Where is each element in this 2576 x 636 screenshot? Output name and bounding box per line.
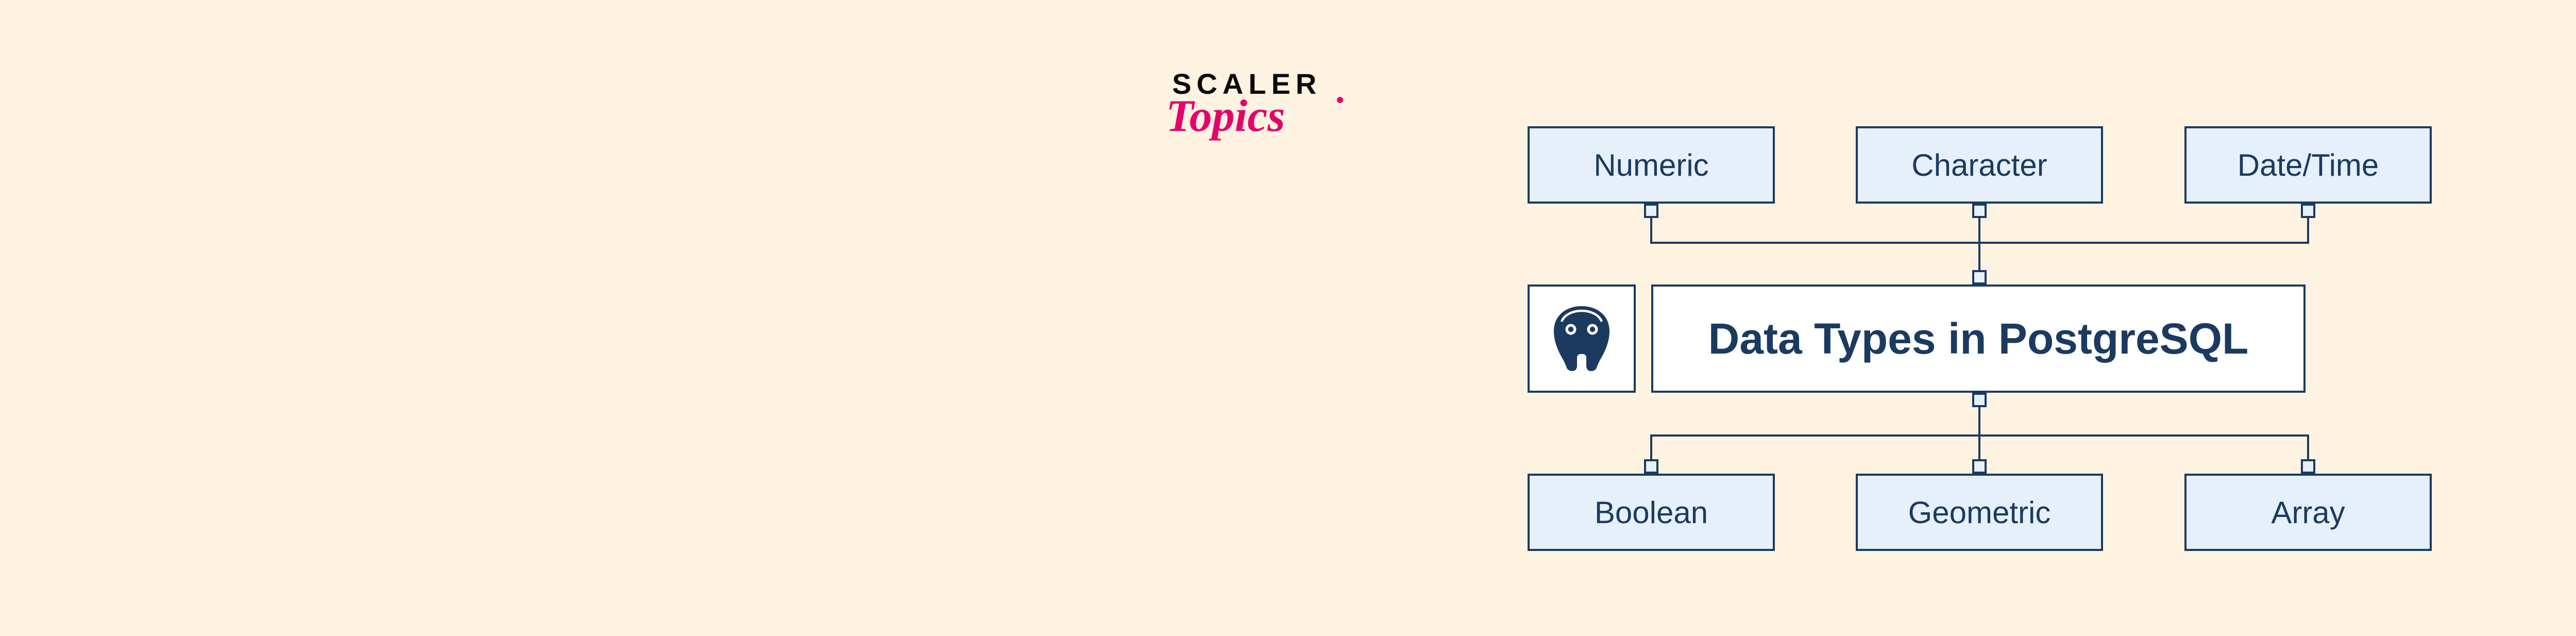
connector-line <box>1978 218 1980 243</box>
node-label: Numeric <box>1594 147 1708 183</box>
node-array: Array <box>2184 474 2432 551</box>
connector-stub <box>1644 204 1658 218</box>
node-character: Character <box>1856 126 2103 204</box>
node-numeric: Numeric <box>1528 126 1775 204</box>
postgres-icon-box <box>1528 284 1636 393</box>
center-title-box: Data Types in PostgreSQL <box>1651 284 2306 393</box>
center-title-text: Data Types in PostgreSQL <box>1708 314 2249 364</box>
connector-stub <box>1972 459 1987 474</box>
connector-stub <box>1972 270 1987 284</box>
node-label: Boolean <box>1595 495 1708 530</box>
connector-stub <box>2301 459 2315 474</box>
connector-stub <box>1972 204 1987 218</box>
connector-line <box>1978 243 1980 271</box>
node-label: Date/Time <box>2238 147 2379 183</box>
connector-stub <box>1644 459 1658 474</box>
node-datetime: Date/Time <box>2184 126 2432 204</box>
connector-line <box>2307 218 2309 243</box>
node-boolean: Boolean <box>1528 474 1775 551</box>
node-geometric: Geometric <box>1856 474 2103 551</box>
node-label: Character <box>1911 147 2047 183</box>
node-label: Geometric <box>1908 495 2051 530</box>
postgres-elephant-icon <box>1543 300 1620 377</box>
logo-text-secondary: Topics <box>1166 90 1321 142</box>
diagram-canvas: SCALER Topics Numeric Character Date/Tim… <box>0 0 2576 636</box>
connector-stub <box>2301 204 2315 218</box>
connector-line <box>1978 436 1980 460</box>
logo-dot-icon <box>1337 97 1343 103</box>
connector-stub <box>1972 393 1987 407</box>
connector-line <box>1650 218 1652 243</box>
connector-line <box>1978 407 1980 436</box>
node-label: Array <box>2271 495 2345 530</box>
connector-line <box>1650 436 1652 460</box>
scaler-topics-logo: SCALER Topics <box>1172 67 1321 142</box>
connector-line <box>2307 436 2309 460</box>
